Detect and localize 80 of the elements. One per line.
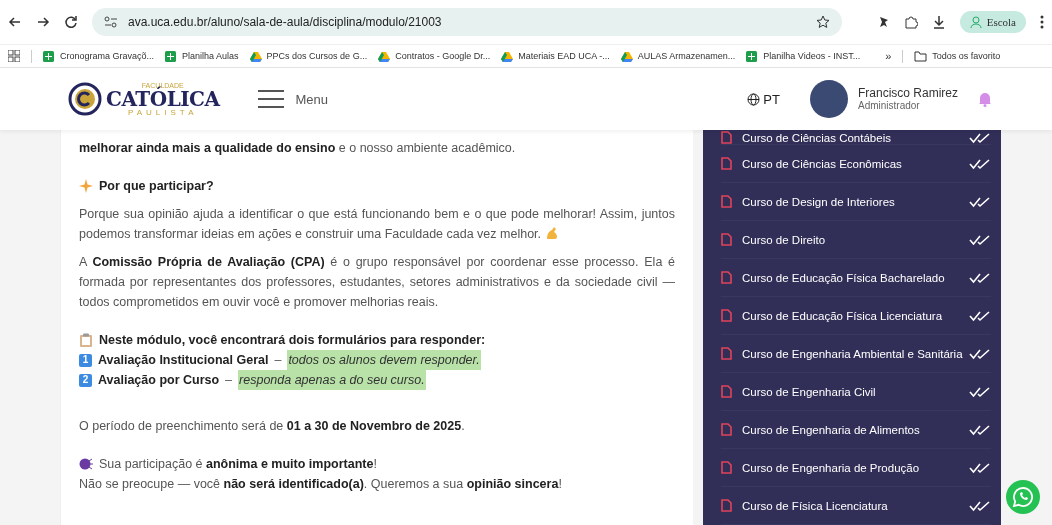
course-item[interactable]: Curso de Ciências Contábeis [721,130,991,145]
user-role: Administrador [857,100,921,113]
paragraph: Não se preocupe — você não será identificado(a). Queremos a sua opinião sincera! [79,476,563,493]
bookmark-link[interactable]: Planilha Videos - INST... [746,50,861,62]
course-item[interactable]: Curso de Ciências Econômicas [721,145,991,183]
person-icon [969,16,982,28]
form-title: Avaliação Institucional Geral [98,352,269,369]
logo-title: CATÓLICA [106,88,220,109]
paragraph: O período de preenchimento será de 01 a 30 de Novembro de 2025. [79,418,466,435]
chat-phone-icon [1012,486,1034,508]
paragraph: melhorar ainda mais a qualidade do ensino e o nosso ambiente acadêmico. [79,140,517,157]
site-settings-icon[interactable] [104,16,118,28]
bookmark-link[interactable]: Materiais EAD UCA -... [501,50,610,62]
document-icon [721,157,732,170]
reload-icon[interactable] [64,15,78,29]
document-icon [721,195,732,208]
bookmark-link[interactable]: Cronograma Gravaçõ... [43,50,155,62]
more-bookmarks-button[interactable]: » [885,50,892,62]
menu-button[interactable]: Menu [251,89,335,109]
url-text: ava.uca.edu.br/aluno/sala-de-aula/disciplina/modulo/21003 [128,15,443,29]
drive-icon [378,50,391,62]
form-title: Avaliação por Curso [98,372,220,389]
document-icon [721,131,732,144]
logo-icon[interactable] [68,82,102,116]
course-item[interactable]: Curso de Direito [721,221,991,259]
document-icon [721,233,732,246]
bookmark-link[interactable]: Planilha Aulas [165,50,239,62]
number-badge: 2 [79,373,92,387]
paragraph: Porque sua opinião ajuda a identificar o que está funcionando bem e o que pode melhorar! Assim, juntos podemos transformar ideias em ações e construir uma Faculdade cada vez melhor. [79,206,675,243]
course-item[interactable]: Curso de Engenharia de Produção [721,449,991,487]
document-icon [721,461,732,474]
spreadsheet-icon [43,50,55,62]
globe-icon [747,92,761,106]
document-icon [721,347,732,360]
document-icon [721,385,732,398]
drive-icon [249,50,262,62]
course-item[interactable]: Curso de Física Licenciatura [721,487,991,525]
document-icon [721,309,732,322]
more-options-icon[interactable] [1040,15,1044,29]
highlighted-note: todos os alunos devem responder. [287,350,481,370]
dash-separator: – [274,352,282,369]
clipboard-icon [79,333,93,347]
dash-separator: – [225,372,233,389]
number-badge: 1 [79,353,92,367]
logo-subtitle: PAULISTA [128,108,198,117]
document-icon [721,423,732,436]
address-bar[interactable]: ava.uca.edu.br/aluno/sala-de-aula/disciplina/modulo/21003 [92,8,842,36]
course-item[interactable]: Curso de Engenharia Civil [721,373,991,411]
section-heading: Neste módulo, você encontrará dois formulários para responder: [99,332,486,349]
folder-icon [914,50,928,62]
avatar[interactable] [809,80,848,118]
course-item[interactable]: Curso de Educação Física Bacharelado [721,259,991,297]
highlighted-note: responda apenas a do seu curso. [238,370,426,390]
apps-grid-icon[interactable] [8,50,20,62]
bookmark-link[interactable]: Contratos - Google Dr... [378,50,491,62]
document-icon [721,499,732,512]
paragraph: A Comissão Própria de Avaliação (CPA) é o grupo responsável por coordenar esse processo. Ela é formada por representantes dos professores, estudantes, setores administrativos e da sociedade civil — todos comprometidos em ouvir você e promover melhorias reais. [79,254,675,311]
spreadsheet-icon [746,50,759,62]
back-arrow-icon[interactable] [8,15,22,29]
drive-icon [501,50,514,62]
course-item[interactable]: Curso de Design de Interiores [721,183,991,221]
paragraph: Sua participação é anônima e muito importante! [99,456,377,473]
course-item[interactable]: Curso de Engenharia de Alimentos [721,411,991,449]
user-name: Francisco Ramirez [857,85,958,101]
spreadsheet-icon [165,50,178,62]
menu-icon [257,90,284,108]
document-icon [721,271,732,284]
star-icon[interactable] [815,15,830,29]
course-item[interactable]: Curso de Educação Física Licenciatura [721,297,991,335]
bookmark-link[interactable]: AULAS Armazenamen... [620,50,736,62]
sparkle-icon [79,179,93,193]
course-item[interactable]: Curso de Engenharia Ambiental e Sanitária [721,335,991,373]
language-button[interactable]: PT [741,90,786,108]
bookmark-link[interactable]: PPCs dos Cursos de G... [249,50,368,62]
forward-arrow-icon[interactable] [36,15,50,29]
drive-icon [620,50,633,62]
profile-button[interactable]: Escola [959,11,1026,33]
download-icon[interactable] [931,15,946,29]
section-heading: Por que participar? [99,178,214,195]
bookmark-folder[interactable]: Todos os favorito [914,50,1001,62]
